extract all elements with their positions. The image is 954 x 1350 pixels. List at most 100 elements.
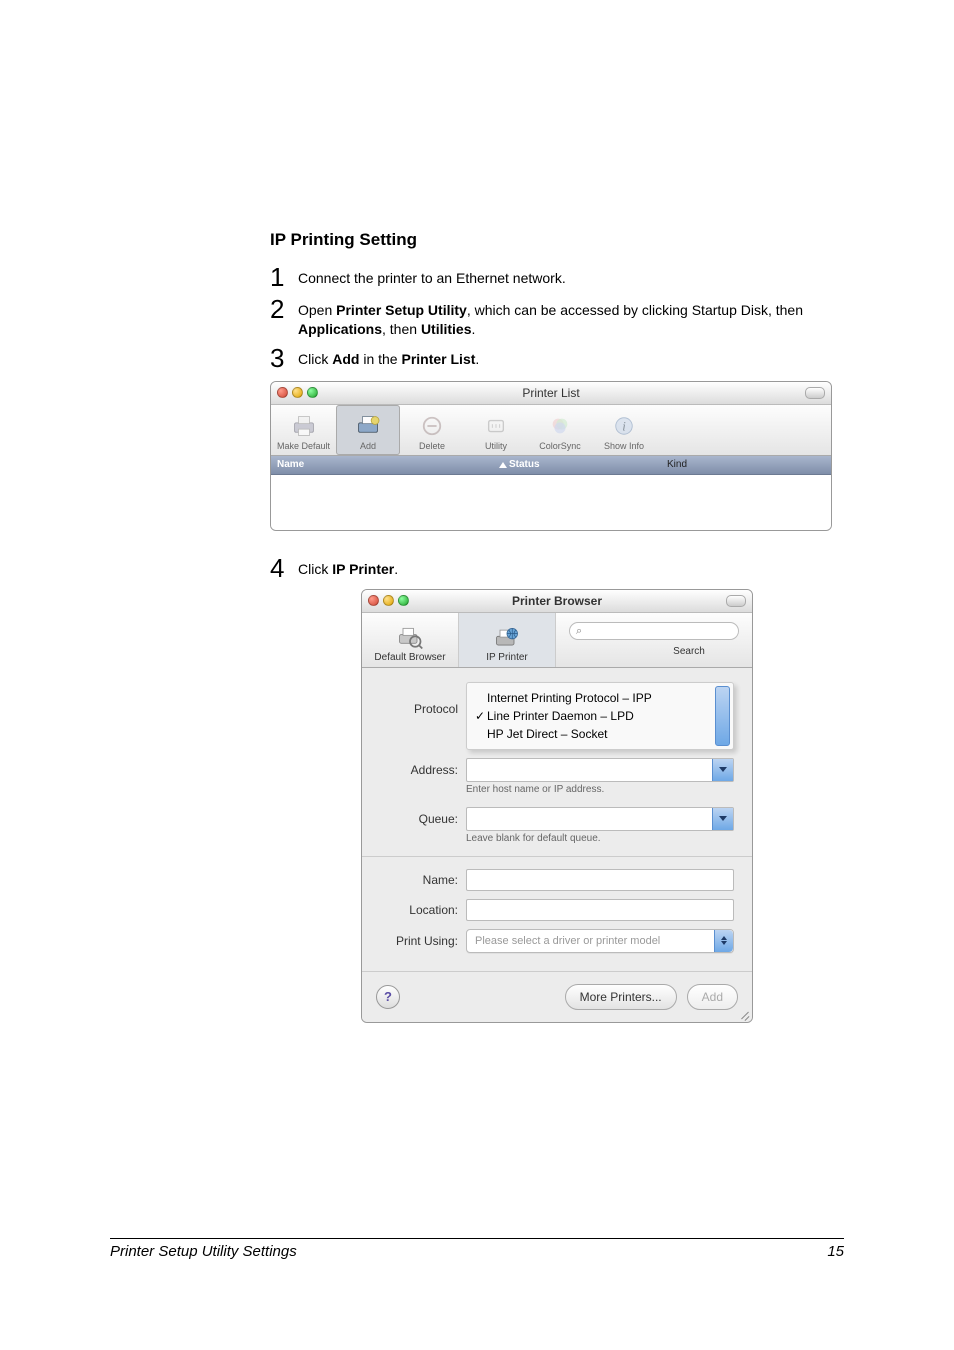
delete-button[interactable]: Delete <box>400 405 464 455</box>
select-placeholder: Please select a driver or printer model <box>475 935 660 947</box>
select-arrows-icon <box>714 930 733 952</box>
protocol-option-ipp[interactable]: Internet Printing Protocol – IPP <box>475 689 727 707</box>
print-using-select[interactable]: Please select a driver or printer model <box>466 929 734 953</box>
delete-icon <box>418 412 446 440</box>
protocol-option-hp[interactable]: HP Jet Direct – Socket <box>475 725 727 743</box>
titlebar[interactable]: Printer Browser <box>362 590 752 613</box>
toolbar-label: ColorSync <box>539 441 581 451</box>
traffic-lights <box>271 387 318 398</box>
separator <box>362 856 752 857</box>
colorsync-icon <box>546 412 574 440</box>
tab-label: Default Browser <box>374 652 445 663</box>
titlebar[interactable]: Printer List <box>271 382 831 405</box>
tab-ip-printer[interactable]: IP Printer <box>459 613 556 667</box>
protocol-label: Protocol <box>380 682 466 750</box>
step-2: 2 Open Printer Setup Utility, which can … <box>270 296 844 339</box>
window-title: Printer List <box>271 386 831 400</box>
browser-footer: ? More Printers... Add <box>362 971 752 1022</box>
utility-button[interactable]: Utility <box>464 405 528 455</box>
protocol-dropdown-open[interactable]: Internet Printing Protocol – IPP ✓Line P… <box>466 682 734 750</box>
location-input[interactable] <box>466 899 734 921</box>
step-number: 1 <box>270 264 298 290</box>
minimize-icon[interactable] <box>292 387 303 398</box>
toolbar-label: Delete <box>419 441 445 451</box>
t: Click <box>298 351 332 367</box>
toolbar-label: Utility <box>485 441 507 451</box>
toolbar-label: Add <box>360 441 376 451</box>
t: , then <box>382 321 421 337</box>
search-area: ⌕ Search <box>556 613 752 667</box>
zoom-icon[interactable] <box>307 387 318 398</box>
search-label: Search <box>673 646 705 657</box>
col-kind[interactable]: Kind <box>637 459 831 470</box>
t-bold: Utilities <box>421 321 472 337</box>
step-1: 1 Connect the printer to an Ethernet net… <box>270 264 844 290</box>
page-number: 15 <box>827 1243 844 1260</box>
address-input[interactable] <box>466 758 734 782</box>
printer-list-window: Printer List Make Default Add Delete <box>270 381 832 531</box>
search-input[interactable]: ⌕ <box>569 622 739 640</box>
close-icon[interactable] <box>277 387 288 398</box>
dropdown-arrow-icon[interactable] <box>712 759 733 781</box>
print-using-label: Print Using: <box>380 934 466 948</box>
more-printers-button[interactable]: More Printers... <box>565 984 677 1010</box>
help-button[interactable]: ? <box>376 985 400 1009</box>
tab-label: IP Printer <box>486 652 528 663</box>
location-label: Location: <box>380 903 466 917</box>
t-bold: Printer List <box>401 351 475 367</box>
scrollbar[interactable] <box>715 686 730 746</box>
printer-list-body[interactable] <box>271 475 831 530</box>
close-icon[interactable] <box>368 595 379 606</box>
steps-list: 1 Connect the printer to an Ethernet net… <box>270 264 844 371</box>
browser-toolbar: Default Browser IP Printer ⌕ Search <box>362 613 752 668</box>
toolbar-label: Make Default <box>277 441 330 451</box>
show-info-button[interactable]: i Show Info <box>592 405 656 455</box>
queue-hint: Leave blank for default queue. <box>466 833 734 844</box>
step-text: Click IP Printer. <box>298 555 398 579</box>
page-footer: Printer Setup Utility Settings 15 <box>110 1238 844 1260</box>
col-status-label: Status <box>509 459 540 470</box>
step-number: 3 <box>270 345 298 371</box>
name-input[interactable] <box>466 869 734 891</box>
t: Open <box>298 302 336 318</box>
colorsync-button[interactable]: ColorSync <box>528 405 592 455</box>
printer-icon <box>290 412 318 440</box>
address-hint: Enter host name or IP address. <box>466 784 734 795</box>
utility-icon <box>482 412 510 440</box>
col-status[interactable]: Status <box>497 459 637 470</box>
t-bold: IP Printer <box>332 561 394 577</box>
tab-default-browser[interactable]: Default Browser <box>362 613 459 667</box>
make-default-button[interactable]: Make Default <box>271 405 336 455</box>
section-heading: IP Printing Setting <box>270 230 844 250</box>
t: . <box>475 351 479 367</box>
resize-handle-icon[interactable] <box>738 1008 750 1020</box>
t: . <box>394 561 398 577</box>
add-button[interactable]: Add <box>336 405 400 455</box>
browser-content: Protocol Internet Printing Protocol – IP… <box>362 668 752 971</box>
sort-ascending-icon <box>499 462 507 468</box>
toolbar-toggle-icon[interactable] <box>726 595 746 607</box>
step-number: 4 <box>270 555 298 581</box>
dropdown-arrow-icon[interactable] <box>712 808 733 830</box>
step-text: Click Add in the Printer List. <box>298 345 479 369</box>
col-name[interactable]: Name <box>271 459 497 470</box>
t-bold: Printer Setup Utility <box>336 302 467 318</box>
minimize-icon[interactable] <box>383 595 394 606</box>
queue-input[interactable] <box>466 807 734 831</box>
traffic-lights <box>362 595 409 606</box>
column-headers[interactable]: Name Status Kind <box>271 456 831 475</box>
toolbar-toggle-icon[interactable] <box>805 387 825 399</box>
info-icon: i <box>610 412 638 440</box>
t: Click <box>298 561 332 577</box>
step-text: Connect the printer to an Ethernet netwo… <box>298 264 566 288</box>
queue-label: Queue: <box>380 812 466 826</box>
toolbar-label: Show Info <box>604 441 644 451</box>
step-4: 4 Click IP Printer. <box>270 555 844 581</box>
magnifier-printer-icon <box>396 624 424 652</box>
zoom-icon[interactable] <box>398 595 409 606</box>
t: , which can be accessed by clicking Star… <box>467 302 803 318</box>
protocol-option-lpd[interactable]: ✓Line Printer Daemon – LPD <box>475 707 727 725</box>
t-bold: Applications <box>298 321 382 337</box>
add-button[interactable]: Add <box>687 984 738 1010</box>
globe-printer-icon <box>493 624 521 652</box>
